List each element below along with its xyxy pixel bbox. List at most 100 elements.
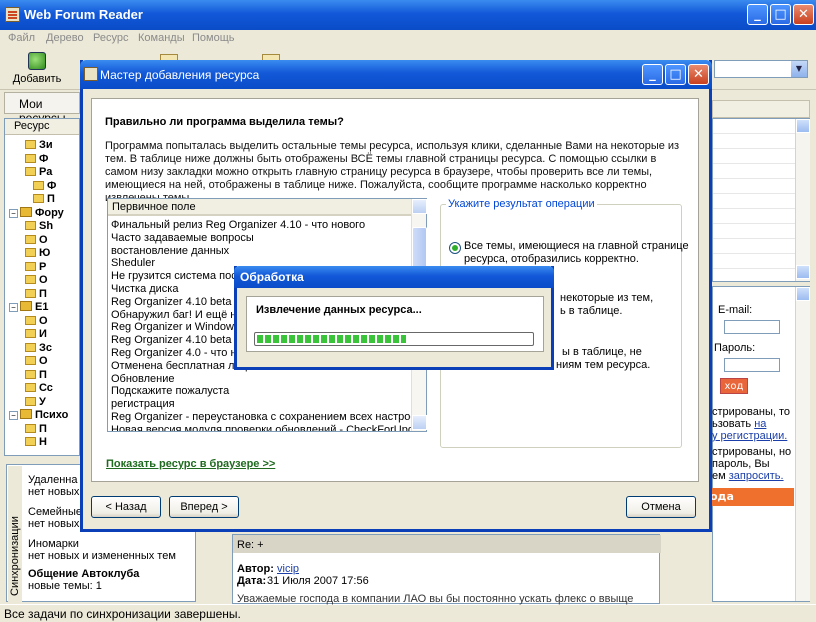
menu-file[interactable]: Файл bbox=[8, 32, 35, 44]
next-button[interactable]: Вперед > bbox=[169, 496, 239, 518]
collapse-icon[interactable]: − bbox=[9, 411, 18, 420]
table-row[interactable]: востановление данных bbox=[111, 245, 229, 258]
login-text: стрированы, то bbox=[712, 406, 790, 418]
main-title-bar[interactable]: Web Forum Reader _ □ ✕ bbox=[0, 0, 816, 30]
forum-icon bbox=[25, 437, 36, 446]
tree-node[interactable]: Ю bbox=[25, 247, 50, 261]
topic-list[interactable] bbox=[712, 118, 810, 282]
menu-commands[interactable]: Команды bbox=[138, 32, 185, 44]
tree-node[interactable]: О bbox=[25, 315, 48, 329]
tree-node[interactable]: Сс bbox=[25, 382, 53, 396]
minimize-button[interactable]: _ bbox=[747, 4, 768, 25]
registration-link[interactable]: у регистрации. bbox=[712, 430, 787, 442]
wizard-minimize-button[interactable]: _ bbox=[642, 64, 663, 85]
tree-node[interactable]: Зс bbox=[25, 342, 52, 356]
author-link[interactable]: vicip bbox=[277, 563, 299, 575]
tree-node[interactable]: П bbox=[33, 193, 55, 207]
tree-node[interactable]: Зи bbox=[25, 139, 53, 153]
cancel-button[interactable]: Отмена bbox=[626, 496, 696, 518]
forum-icon bbox=[25, 356, 36, 365]
close-button[interactable]: ✕ bbox=[793, 4, 814, 25]
email-field[interactable] bbox=[724, 320, 780, 334]
wizard-close-button[interactable]: ✕ bbox=[688, 64, 709, 85]
add-button[interactable]: Добавить bbox=[6, 50, 68, 88]
registration-link[interactable]: на bbox=[754, 418, 766, 430]
table-row[interactable]: Reg Organizer 4.10 beta 3 - bbox=[111, 296, 247, 309]
tree-node-label: Фору bbox=[35, 206, 64, 219]
tree-node[interactable]: Ра bbox=[25, 166, 52, 180]
address-combo[interactable]: ▼ bbox=[714, 60, 808, 78]
tree-node[interactable]: Р bbox=[25, 261, 46, 275]
table-row[interactable]: Финальный релиз Reg Organizer 4.10 - что… bbox=[111, 219, 365, 232]
tree-node[interactable]: У bbox=[25, 396, 46, 410]
my-resources-tab[interactable]: Мои ресурсы bbox=[4, 92, 80, 125]
collapse-icon[interactable]: − bbox=[9, 208, 18, 218]
resource-tree[interactable]: Ресурс Зи Ф Ра Ф П − Фору Sh О Ю Р О П − E1 О И Зс О П Сс У − П… bbox=[4, 118, 80, 456]
table-row[interactable]: Подскажите пожалуста bbox=[111, 385, 229, 398]
menu-help[interactable]: Помощь bbox=[192, 32, 235, 44]
table-row[interactable]: Обновление bbox=[111, 373, 175, 386]
show-in-browser-link[interactable]: Показать ресурс в браузере >> bbox=[106, 458, 275, 470]
table-row[interactable]: регистрация bbox=[111, 398, 175, 411]
tree-node[interactable]: П bbox=[25, 369, 47, 383]
scrollbar[interactable] bbox=[795, 287, 810, 601]
tree-node-label: О bbox=[39, 274, 48, 286]
tree-node[interactable]: О bbox=[25, 274, 48, 288]
table-row[interactable]: Reg Organizer 4.0 - что нов bbox=[111, 347, 249, 360]
message-body: Уважаемые господа в компании ЛАО вы бы п… bbox=[237, 593, 634, 605]
chevron-down-icon[interactable]: ▼ bbox=[791, 61, 807, 77]
author-label: Автор: bbox=[237, 563, 274, 575]
tree-node[interactable]: И bbox=[25, 328, 47, 342]
back-button[interactable]: < Назад bbox=[91, 496, 161, 518]
table-row[interactable]: Часто задаваемые вопросы bbox=[111, 232, 254, 245]
tree-node-label: Ра bbox=[39, 166, 53, 178]
table-row[interactable]: Обнаружил баг! И ещё неск bbox=[111, 309, 253, 322]
tree-node[interactable]: О bbox=[25, 234, 48, 248]
table-row[interactable]: Sheduler bbox=[111, 257, 155, 270]
tree-node-label: E1 bbox=[35, 301, 49, 313]
scrollbar[interactable] bbox=[795, 119, 810, 281]
scroll-down-button[interactable] bbox=[412, 415, 427, 430]
table-row[interactable]: Reg Organizer 4.10 beta 2 - bbox=[111, 334, 247, 347]
table-row[interactable]: Чистка диска bbox=[111, 283, 178, 296]
tree-node[interactable]: Sh bbox=[25, 220, 53, 234]
forum-icon bbox=[25, 153, 36, 163]
tree-node-label: П bbox=[39, 422, 47, 435]
table-row[interactable]: Новая версия модуля проверки обновлений … bbox=[111, 424, 426, 431]
tree-node[interactable]: − Фору bbox=[9, 206, 64, 221]
radio-all-topics[interactable] bbox=[449, 242, 461, 254]
wizard-maximize-button[interactable]: □ bbox=[665, 64, 686, 85]
forum-icon bbox=[25, 140, 36, 149]
scroll-up-button[interactable] bbox=[412, 199, 427, 214]
topics-column-header[interactable]: Первичное поле bbox=[108, 199, 412, 216]
table-row[interactable]: Reg Organizer - переустановка с сохранен… bbox=[111, 411, 421, 424]
tree-node[interactable]: Ф bbox=[33, 180, 56, 194]
menu-resource[interactable]: Ресурс bbox=[93, 32, 128, 44]
menu-tree[interactable]: Дерево bbox=[46, 32, 84, 44]
forum-icon bbox=[25, 261, 36, 271]
list-item[interactable]: Общение Автоклуба новые темы: 1 bbox=[28, 568, 139, 592]
login-button[interactable]: ход bbox=[720, 378, 748, 394]
tree-node[interactable]: − Психо bbox=[9, 409, 68, 423]
table-row[interactable]: Reg Organizer и Windows Vi bbox=[111, 321, 252, 334]
tree-node[interactable]: Ф bbox=[25, 153, 48, 167]
sync-tab-strip[interactable]: Синхронизации bbox=[8, 466, 22, 602]
option-wrong-text: ниям тем ресурса. bbox=[556, 359, 651, 371]
tree-node[interactable]: П bbox=[25, 423, 47, 437]
tree-node[interactable]: П bbox=[25, 288, 47, 302]
password-field[interactable] bbox=[724, 358, 780, 372]
tree-node[interactable]: О bbox=[25, 355, 48, 369]
tree-node[interactable]: − E1 bbox=[9, 301, 48, 315]
collapse-icon[interactable]: − bbox=[9, 303, 18, 312]
restore-link[interactable]: запросить. bbox=[729, 470, 784, 482]
message-date: 31 Июля 2007 17:56 bbox=[267, 575, 369, 587]
wizard-title-bar[interactable]: Мастер добавления ресурса _ □ ✕ bbox=[80, 60, 712, 89]
forum-icon bbox=[25, 248, 36, 257]
processing-title-bar[interactable]: Обработка bbox=[234, 266, 554, 288]
tree-column-label: Ресурс bbox=[14, 120, 50, 132]
login-text: ем bbox=[712, 470, 726, 482]
maximize-button[interactable]: □ bbox=[770, 4, 791, 25]
tree-column-header[interactable]: Ресурс bbox=[5, 119, 79, 135]
tree-node[interactable]: Н bbox=[25, 436, 47, 450]
list-item[interactable]: Иномарки нет новых и измененных тем bbox=[28, 538, 176, 562]
